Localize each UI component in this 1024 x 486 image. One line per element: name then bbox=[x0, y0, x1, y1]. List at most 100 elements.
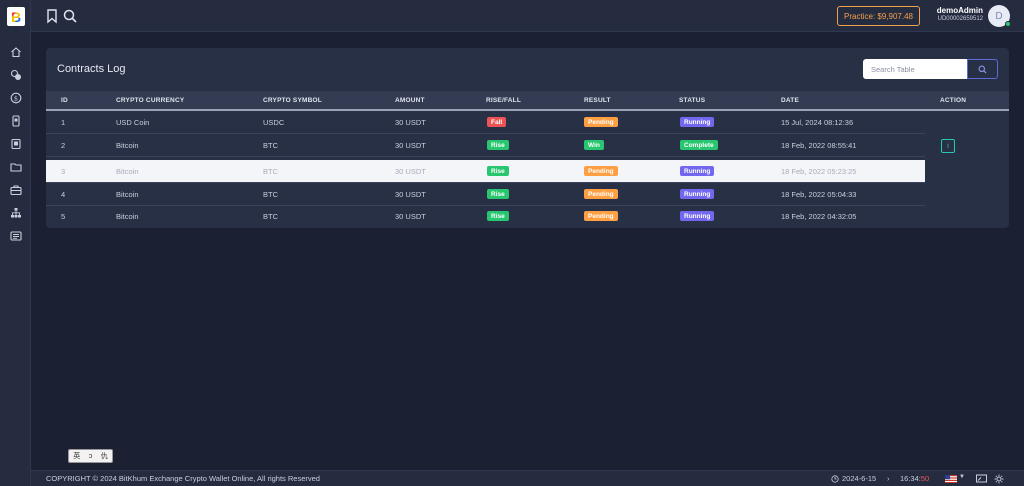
table-row[interactable]: 2 Bitcoin BTC 30 USDT Rise Win Complete … bbox=[46, 134, 925, 157]
date-value: 2024-6-15 bbox=[842, 474, 877, 483]
cell-id: 4 bbox=[61, 190, 66, 199]
col-crypto-symbol: CRYPTO SYMBOL bbox=[263, 97, 322, 104]
logo[interactable]: B bbox=[7, 7, 25, 26]
col-status: STATUS bbox=[679, 97, 706, 104]
cell-id: 5 bbox=[61, 212, 66, 221]
result-badge: Pending bbox=[584, 117, 618, 127]
table-header: ID CRYPTO CURRENCY CRYPTO SYMBOL AMOUNT … bbox=[46, 91, 1009, 111]
result-badge: Pending bbox=[584, 211, 618, 221]
cell-date: 18 Feb, 2022 04:32:05 bbox=[781, 212, 857, 221]
rise-fall-badge: Fall bbox=[487, 117, 507, 127]
briefcase-icon[interactable] bbox=[0, 178, 31, 201]
search-icon[interactable] bbox=[62, 8, 78, 24]
chevron-right-icon[interactable]: › bbox=[887, 474, 890, 483]
status-badge: Running bbox=[680, 211, 715, 221]
cell-amount: 30 USDT bbox=[395, 212, 426, 221]
rise-fall-badge: Rise bbox=[487, 189, 509, 199]
cell-date: 15 Jul, 2024 08:12:36 bbox=[781, 118, 854, 127]
wallet-card-icon[interactable] bbox=[0, 132, 31, 155]
time-seconds: 50 bbox=[920, 474, 930, 483]
clock-icon bbox=[831, 474, 839, 483]
table-row[interactable]: 5 Bitcoin BTC 30 USDT Rise Pending Runni… bbox=[46, 205, 925, 228]
cell-symbol: BTC bbox=[263, 190, 278, 199]
col-crypto-currency: CRYPTO CURRENCY bbox=[116, 97, 185, 104]
table-row[interactable]: 4 Bitcoin BTC 30 USDT Rise Pending Runni… bbox=[46, 183, 925, 206]
footer: COPYRIGHT © 2024 BitKhum Exchange Crypto… bbox=[31, 470, 1024, 486]
avatar-initial: D bbox=[995, 10, 1003, 22]
lang-option[interactable]: 英 bbox=[73, 451, 80, 461]
practice-balance-button[interactable]: Practice: $9,907.48 bbox=[837, 6, 920, 26]
cell-currency: Bitcoin bbox=[116, 141, 139, 150]
search-button[interactable] bbox=[967, 59, 998, 79]
cell-currency: Bitcoin bbox=[116, 167, 139, 176]
result-badge: Pending bbox=[584, 189, 618, 199]
coins-icon[interactable] bbox=[0, 63, 31, 86]
cell-amount: 30 USDT bbox=[395, 190, 426, 199]
footer-time: 16:34:50 bbox=[900, 474, 929, 483]
cell-symbol: BTC bbox=[263, 167, 278, 176]
user-info[interactable]: demoAdmin UD00002659512 bbox=[931, 6, 983, 22]
lang-option[interactable]: 仇 bbox=[101, 451, 108, 461]
col-action: ACTION bbox=[940, 97, 967, 104]
time-hm: 16:34: bbox=[900, 474, 921, 483]
cell-symbol: BTC bbox=[263, 212, 278, 221]
result-badge: Pending bbox=[584, 166, 618, 176]
cell-id: 2 bbox=[61, 141, 66, 150]
status-badge: Running bbox=[680, 117, 715, 127]
sidebar-nav: $ bbox=[0, 40, 31, 247]
cell-currency: Bitcoin bbox=[116, 212, 139, 221]
us-flag-icon[interactable] bbox=[945, 475, 957, 483]
col-result: RESULT bbox=[584, 97, 611, 104]
sun-icon[interactable] bbox=[994, 474, 1004, 484]
sitemap-icon[interactable] bbox=[0, 201, 31, 224]
folder-icon[interactable] bbox=[0, 155, 31, 178]
cell-symbol: BTC bbox=[263, 141, 278, 150]
search-input[interactable] bbox=[863, 59, 967, 79]
col-amount: AMOUNT bbox=[395, 97, 425, 104]
col-date: DATE bbox=[781, 97, 800, 104]
table-row[interactable]: 3 Bitcoin BTC 30 USDT Rise Pending Runni… bbox=[46, 160, 925, 183]
cell-amount: 30 USDT bbox=[395, 167, 426, 176]
status-badge: Running bbox=[680, 166, 715, 176]
online-status-dot bbox=[1005, 21, 1011, 27]
cell-date: 18 Feb, 2022 05:04:33 bbox=[781, 190, 857, 199]
dollar-icon[interactable]: $ bbox=[0, 86, 31, 109]
sidebar: B $ bbox=[0, 0, 31, 486]
chevron-down-icon[interactable]: ▼ bbox=[959, 474, 965, 480]
footer-date: 2024-6-15 bbox=[831, 474, 876, 483]
news-icon[interactable] bbox=[0, 224, 31, 247]
result-badge: Win bbox=[584, 140, 604, 150]
cell-id: 3 bbox=[61, 167, 66, 176]
cell-date: 18 Feb, 2022 05:23:25 bbox=[781, 167, 857, 176]
info-action-button[interactable]: i bbox=[941, 139, 955, 153]
rise-fall-badge: Rise bbox=[487, 166, 509, 176]
cell-id: 1 bbox=[61, 118, 66, 127]
contracts-log-card: Contracts Log ID CRYPTO CURRENCY CRYPTO … bbox=[46, 48, 1009, 228]
fullscreen-icon[interactable] bbox=[976, 474, 987, 484]
col-rise-fall: RISE/FALL bbox=[486, 97, 522, 104]
cell-date: 18 Feb, 2022 08:55:41 bbox=[781, 141, 857, 150]
table-row[interactable]: 1 USD Coin USDC 30 USDT Fall Pending Run… bbox=[46, 111, 925, 134]
search-icon bbox=[978, 65, 987, 74]
status-badge: Complete bbox=[680, 140, 718, 150]
top-header: Practice: $9,907.48 demoAdmin UD00002659… bbox=[31, 0, 1024, 32]
logo-mark: B bbox=[10, 8, 22, 25]
lang-option[interactable]: ɔ bbox=[89, 453, 93, 460]
avatar[interactable]: D bbox=[988, 5, 1011, 27]
cell-amount: 30 USDT bbox=[395, 118, 426, 127]
copyright-text: COPYRIGHT © 2024 BitKhum Exchange Crypto… bbox=[46, 474, 320, 483]
user-name: demoAdmin bbox=[936, 6, 983, 15]
cell-currency: Bitcoin bbox=[116, 190, 139, 199]
svg-text:$: $ bbox=[13, 94, 17, 102]
home-icon[interactable] bbox=[0, 40, 31, 63]
status-badge: Running bbox=[680, 189, 715, 199]
rise-fall-badge: Rise bbox=[487, 211, 509, 221]
bookmark-icon[interactable] bbox=[44, 8, 60, 24]
cell-amount: 30 USDT bbox=[395, 141, 426, 150]
cell-currency: USD Coin bbox=[116, 118, 150, 127]
phone-icon[interactable] bbox=[0, 109, 31, 132]
col-id: ID bbox=[61, 97, 68, 104]
rise-fall-badge: Rise bbox=[487, 140, 509, 150]
card-title: Contracts Log bbox=[57, 63, 126, 75]
language-switcher[interactable]: 英 ɔ 仇 bbox=[68, 449, 113, 463]
